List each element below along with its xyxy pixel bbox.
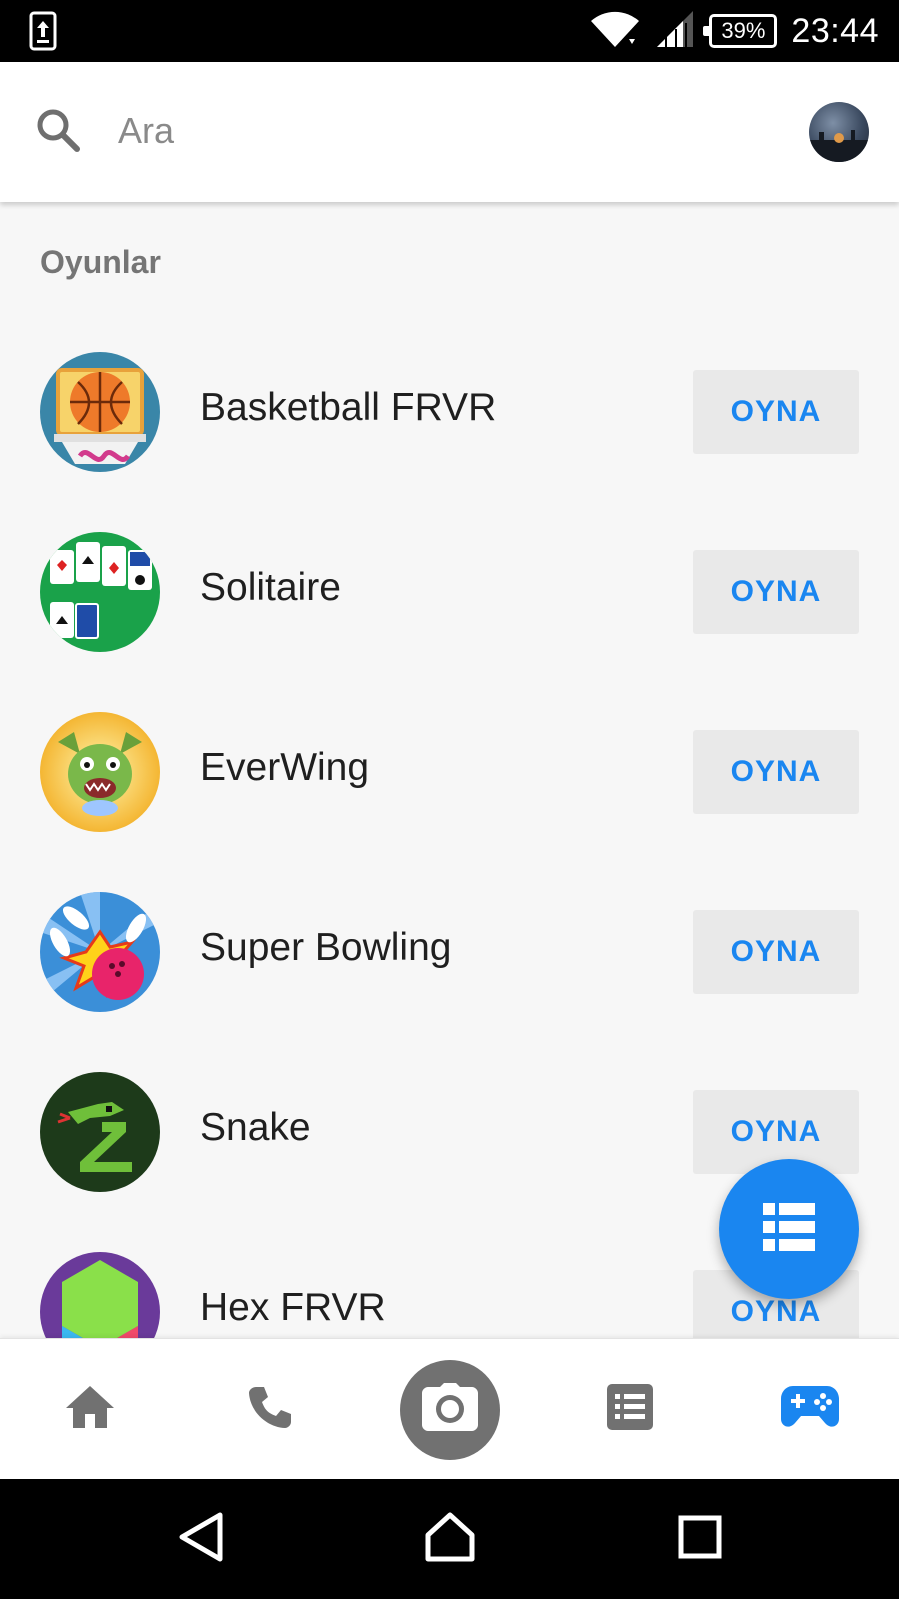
play-button[interactable]: OYNA xyxy=(693,910,859,994)
battery-percent: 39% xyxy=(721,18,766,43)
search-header xyxy=(0,62,899,202)
home-nav-button[interactable] xyxy=(390,1479,510,1599)
gamepad-icon xyxy=(781,1386,839,1433)
basketball-frvr-icon xyxy=(40,352,160,472)
game-list-fab[interactable] xyxy=(719,1159,859,1299)
game-name: Basketball FRVR xyxy=(200,386,497,429)
tab-home[interactable] xyxy=(30,1339,150,1480)
phone-icon xyxy=(246,1383,294,1436)
tab-games[interactable] xyxy=(750,1339,870,1480)
upload-notification-icon xyxy=(28,11,58,56)
list-icon xyxy=(607,1384,653,1435)
section-title: Oyunlar xyxy=(40,244,161,280)
game-row-everwing[interactable]: EverWing OYNA xyxy=(0,680,899,860)
back-icon xyxy=(178,1511,224,1568)
search-icon[interactable] xyxy=(34,106,82,159)
game-name: EverWing xyxy=(200,746,370,789)
play-button[interactable]: OYNA xyxy=(693,730,859,814)
wifi-icon xyxy=(589,9,641,54)
system-navigation-bar xyxy=(0,1479,899,1599)
search-input[interactable] xyxy=(118,106,718,156)
hex-frvr-icon xyxy=(40,1252,160,1338)
battery-indicator: 39% xyxy=(703,14,778,48)
game-name: Solitaire xyxy=(200,566,341,609)
game-name: Hex FRVR xyxy=(200,1286,386,1329)
status-bar: 39% 23:44 xyxy=(0,0,899,62)
everwing-icon xyxy=(40,712,160,832)
recents-button[interactable] xyxy=(640,1479,760,1599)
game-row-basketball-frvr[interactable]: Basketball FRVR OYNA xyxy=(0,320,899,500)
super-bowling-icon xyxy=(40,892,160,1012)
game-row-super-bowling[interactable]: Super Bowling OYNA xyxy=(0,860,899,1040)
list-icon xyxy=(763,1202,815,1256)
avatar[interactable] xyxy=(809,102,869,162)
game-name: Snake xyxy=(200,1106,311,1149)
game-row-solitaire[interactable]: Solitaire OYNA xyxy=(0,500,899,680)
back-button[interactable] xyxy=(141,1479,261,1599)
play-button[interactable]: OYNA xyxy=(693,370,859,454)
tab-lists[interactable] xyxy=(570,1339,690,1480)
signal-icon xyxy=(655,9,695,54)
play-button[interactable]: OYNA xyxy=(693,550,859,634)
home-icon xyxy=(64,1384,116,1435)
camera-button[interactable] xyxy=(400,1359,500,1460)
tab-calls[interactable] xyxy=(210,1339,330,1480)
camera-icon xyxy=(422,1383,478,1436)
home-outline-icon xyxy=(424,1511,476,1568)
bottom-tab-bar xyxy=(0,1338,899,1479)
solitaire-icon xyxy=(40,532,160,652)
recents-icon xyxy=(678,1515,722,1564)
tab-camera[interactable] xyxy=(390,1339,510,1480)
game-name: Super Bowling xyxy=(200,926,452,969)
clock: 23:44 xyxy=(791,11,879,50)
snake-icon xyxy=(40,1072,160,1192)
